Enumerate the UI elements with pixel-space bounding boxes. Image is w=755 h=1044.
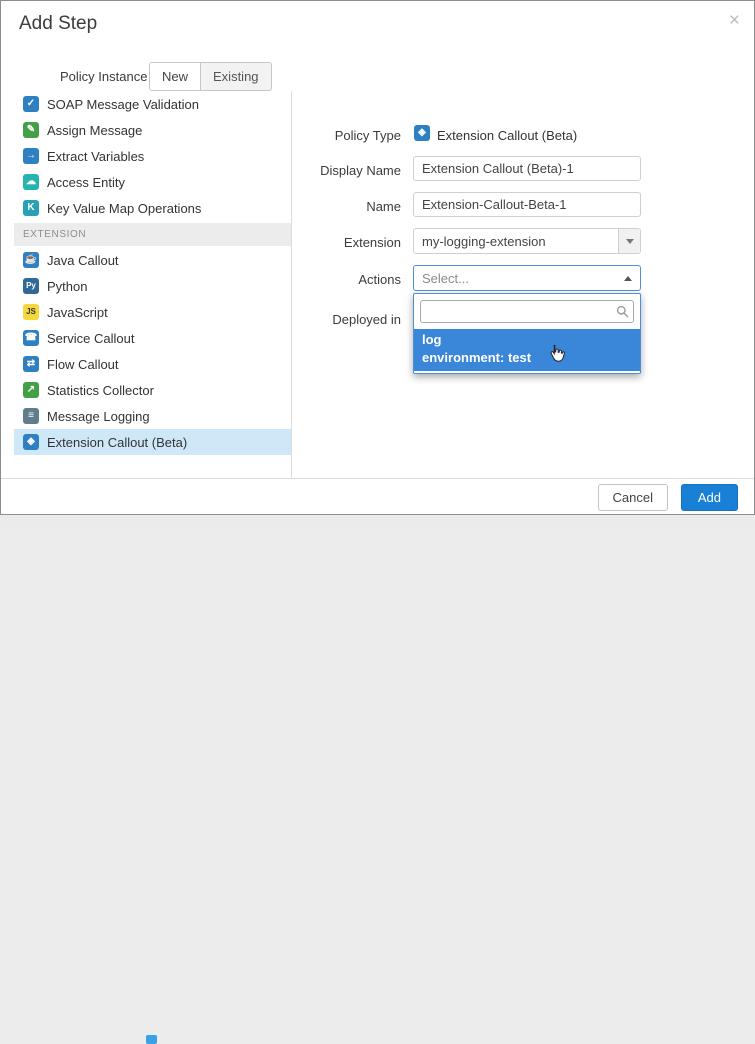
add-button[interactable]: Add: [681, 484, 738, 511]
sidebar-item-label: Key Value Map Operations: [47, 201, 201, 216]
actions-label: Actions: [291, 272, 401, 287]
extension-select[interactable]: my-logging-extension: [413, 228, 641, 254]
policy-instance-new-button[interactable]: New: [150, 63, 200, 90]
sidebar-item-python[interactable]: Py Python: [14, 273, 291, 299]
chevron-up-icon: [624, 276, 632, 281]
javascript-icon: JS: [23, 304, 39, 320]
footer-divider: [1, 478, 754, 479]
policy-instance-existing-button[interactable]: Existing: [200, 63, 271, 90]
access-entity-icon: ☁: [23, 174, 39, 190]
sidebar-item-java-callout[interactable]: ☕ Java Callout: [14, 247, 291, 273]
sidebar-item-label: SOAP Message Validation: [47, 97, 199, 112]
actions-option-subtitle: environment: test: [422, 349, 640, 367]
extension-callout-icon: ◈: [23, 434, 39, 450]
actions-search: [420, 300, 634, 323]
sidebar-item-access-entity[interactable]: ☁ Access Entity: [14, 169, 291, 195]
sidebar-item-label: JavaScript: [47, 305, 108, 320]
display-name-label: Display Name: [291, 163, 401, 178]
sidebar-item-statistics-collector[interactable]: ↗ Statistics Collector: [14, 377, 291, 403]
policy-instance-label: Policy Instance: [60, 69, 147, 84]
flow-callout-icon: ⇄: [23, 356, 39, 372]
extension-select-value: my-logging-extension: [414, 234, 618, 249]
actions-select-placeholder: Select...: [422, 271, 469, 286]
name-label: Name: [291, 199, 401, 214]
chevron-down-icon: [618, 229, 640, 253]
actions-select[interactable]: Select...: [413, 265, 641, 291]
sidebar-item-javascript[interactable]: JS JavaScript: [14, 299, 291, 325]
background-page-strip: [0, 516, 755, 528]
name-input[interactable]: [413, 192, 641, 217]
close-icon[interactable]: ×: [729, 11, 740, 30]
key-value-map-icon: K: [23, 200, 39, 216]
sidebar-item-service-callout[interactable]: ☎ Service Callout: [14, 325, 291, 351]
python-icon: Py: [23, 278, 39, 294]
policy-type-value: Extension Callout (Beta): [437, 128, 577, 143]
sidebar-item-label: Message Logging: [47, 409, 150, 424]
sidebar-item-label: Extract Variables: [47, 149, 144, 164]
sidebar-item-label: Assign Message: [47, 123, 142, 138]
policy-instance-toggle: New Existing: [149, 62, 272, 91]
sidebar-item-soap-message-validation[interactable]: ✓ SOAP Message Validation: [14, 91, 291, 117]
soap-message-validation-icon: ✓: [23, 96, 39, 112]
sidebar-item-label: Extension Callout (Beta): [47, 435, 187, 450]
sidebar-item-label: Python: [47, 279, 87, 294]
actions-option-log[interactable]: log environment: test: [414, 329, 640, 371]
sidebar-item-label: Flow Callout: [47, 357, 119, 372]
policy-type-label: Policy Type: [291, 128, 401, 143]
search-icon: [616, 305, 629, 318]
statistics-collector-icon: ↗: [23, 382, 39, 398]
sidebar-item-label: Statistics Collector: [47, 383, 154, 398]
extension-section-header: EXTENSION: [14, 223, 291, 246]
add-step-dialog: Add Step × Policy Instance New Existing …: [0, 0, 755, 515]
actions-dropdown-panel: log environment: test: [413, 293, 641, 374]
message-logging-icon: ≡: [23, 408, 39, 424]
mouse-cursor: [548, 344, 565, 368]
extract-variables-icon: →: [23, 148, 39, 164]
policy-list: ✓ SOAP Message Validation ✎ Assign Messa…: [14, 91, 291, 455]
sidebar-item-key-value-map-operations[interactable]: K Key Value Map Operations: [14, 195, 291, 221]
java-callout-icon: ☕: [23, 252, 39, 268]
sidebar-item-assign-message[interactable]: ✎ Assign Message: [14, 117, 291, 143]
sidebar-item-extract-variables[interactable]: → Extract Variables: [14, 143, 291, 169]
sidebar-item-label: Service Callout: [47, 331, 134, 346]
sidebar-item-label: Access Entity: [47, 175, 125, 190]
actions-search-input[interactable]: [420, 300, 634, 323]
sidebar-item-extension-callout-beta[interactable]: ◈ Extension Callout (Beta): [14, 429, 291, 455]
sidebar-item-message-logging[interactable]: ≡ Message Logging: [14, 403, 291, 429]
assign-message-icon: ✎: [23, 122, 39, 138]
background-row-icon: [146, 1035, 157, 1044]
policy-type-icon: ◈: [414, 125, 430, 141]
actions-option-title: log: [422, 331, 640, 349]
service-callout-icon: ☎: [23, 330, 39, 346]
sidebar-item-label: Java Callout: [47, 253, 119, 268]
sidebar-item-flow-callout[interactable]: ⇄ Flow Callout: [14, 351, 291, 377]
display-name-input[interactable]: [413, 156, 641, 181]
cancel-button[interactable]: Cancel: [598, 484, 668, 511]
dialog-title: Add Step: [19, 13, 97, 35]
deployed-in-label: Deployed in: [291, 312, 401, 327]
extension-label: Extension: [291, 235, 401, 250]
